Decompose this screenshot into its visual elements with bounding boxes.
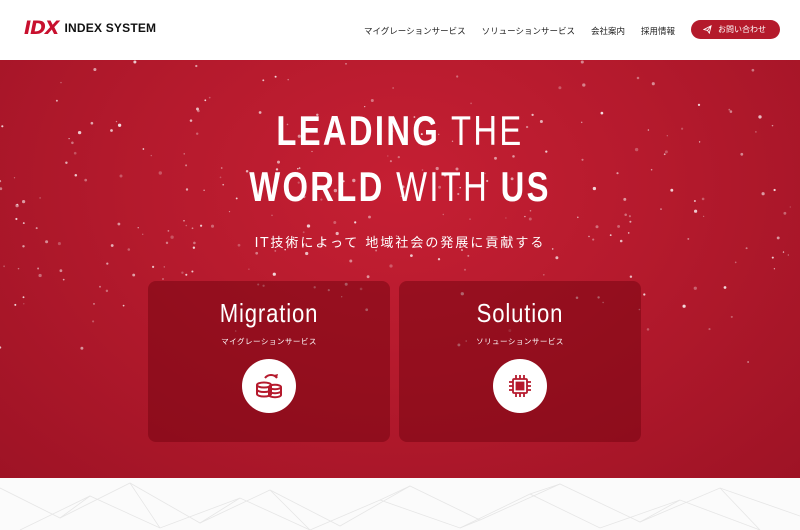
- headline-word-world: WORLD: [249, 163, 385, 210]
- paper-plane-icon: [703, 25, 712, 34]
- chip-icon: [493, 359, 547, 413]
- headline-word-the: THE: [451, 107, 524, 154]
- solution-card[interactable]: Solution ソリューションサービス: [399, 281, 641, 442]
- nav-item-solution[interactable]: ソリューションサービス: [482, 25, 575, 37]
- main-nav: マイグレーションサービス ソリューションサービス 会社案内 採用情報 お問い合わ…: [364, 20, 780, 39]
- logo-mark: IDX: [24, 17, 59, 39]
- nav-item-company[interactable]: 会社案内: [591, 25, 625, 37]
- headline-word-leading: LEADING: [276, 107, 441, 154]
- headline-line-1: LEADING THE: [88, 107, 712, 155]
- solution-card-subtitle: ソリューションサービス: [476, 337, 564, 346]
- network-pattern: [0, 482, 800, 530]
- site-header: IDX INDEX SYSTEM マイグレーションサービス ソリューションサービ…: [0, 0, 800, 60]
- headline-line-2: WORLD WITH US: [88, 163, 712, 211]
- nav-item-migration[interactable]: マイグレーションサービス: [364, 25, 466, 37]
- database-sync-icon: [242, 359, 296, 413]
- migration-card-subtitle: マイグレーションサービス: [221, 337, 317, 346]
- headline-word-with: WITH: [396, 163, 490, 210]
- logo[interactable]: IDX INDEX SYSTEM: [24, 17, 156, 39]
- solution-card-title: Solution: [476, 298, 564, 328]
- migration-card-title: Migration: [219, 298, 319, 328]
- hero: LEADING THE WORLD WITH US IT技術によって 地域社会の…: [0, 60, 800, 478]
- network-pattern-section: [0, 478, 800, 530]
- contact-button[interactable]: お問い合わせ: [691, 20, 780, 39]
- contact-button-label: お問い合わせ: [718, 25, 766, 34]
- logo-text: INDEX SYSTEM: [64, 21, 157, 35]
- tagline: IT技術によって 地域社会の発展に貢献する: [254, 236, 546, 251]
- headline-word-us: US: [500, 163, 551, 210]
- nav-item-recruit[interactable]: 採用情報: [641, 25, 675, 37]
- migration-card[interactable]: Migration マイグレーションサービス: [148, 281, 390, 442]
